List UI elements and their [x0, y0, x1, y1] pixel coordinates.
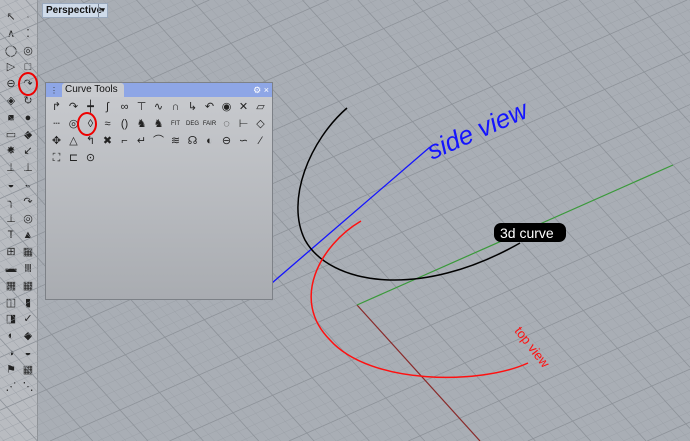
curve-tool-icon[interactable]: ⊢: [235, 116, 252, 133]
curve-tool-icon[interactable]: △: [65, 133, 82, 150]
grid-line: [645, 0, 690, 50]
curve-tool-icon[interactable]: (): [116, 116, 133, 133]
side-view-line: [271, 146, 431, 284]
grid-line: [678, 0, 690, 13]
curve-tool-icon[interactable]: ⊙: [82, 150, 99, 167]
grid-line: [269, 0, 669, 441]
grid-line: [599, 400, 690, 441]
grid-line: [534, 0, 690, 172]
grid-line: [0, 338, 94, 441]
grid-line: [556, 0, 690, 148]
grid-line: [384, 305, 690, 441]
curve-tool-icon[interactable]: ↱: [48, 99, 65, 116]
grid-line: [346, 0, 690, 380]
curve-tool-icon[interactable]: ◐: [201, 133, 218, 150]
grid-line: [0, 375, 60, 441]
grid-line: [512, 0, 690, 197]
grid-line: [302, 0, 690, 429]
grid-line: [235, 0, 636, 441]
curve-tool-icon[interactable]: ▱: [252, 99, 269, 116]
curve-tool-icon[interactable]: ≋: [167, 133, 184, 150]
grid-line: [360, 294, 690, 441]
grid-line: [0, 326, 104, 441]
grid-line: [501, 0, 690, 209]
curve-tool-icon[interactable]: ⛶: [48, 150, 65, 167]
curve-tool-icon[interactable]: ◇: [252, 116, 269, 133]
curve-tool-icon[interactable]: ↵: [133, 133, 150, 150]
grid-line: [612, 0, 690, 87]
panel-title: Curve Tools: [62, 83, 124, 97]
curve-tool-icon[interactable]: ⁄: [252, 133, 269, 150]
curve-tool-icon[interactable]: ♞: [150, 116, 167, 133]
red-circle-annotation: [18, 72, 38, 96]
dropdown-icon[interactable]: ▾: [98, 4, 107, 17]
side-view-label: side view: [422, 94, 534, 166]
curve-tool-icon[interactable]: ↳: [184, 99, 201, 116]
curve-tool-icon[interactable]: ↶: [201, 99, 218, 116]
top-view-label: top view: [512, 324, 554, 371]
curve-tool-icon[interactable]: ┄: [48, 116, 65, 133]
grid-line: [324, 0, 690, 405]
curve-tool-icon[interactable]: ∩: [167, 99, 184, 116]
curve-tool-icon[interactable]: ∽: [235, 133, 252, 150]
grid-line: [288, 262, 690, 441]
grid-line: [379, 0, 690, 344]
red-circle-annotation: [77, 112, 97, 136]
panel-titlebar[interactable]: ⋮ Curve Tools ⚙ ×: [46, 83, 272, 97]
grid-line: [523, 0, 690, 185]
grid-line: [623, 0, 690, 74]
grid-line: [634, 0, 690, 62]
grid-line: [567, 0, 690, 136]
curve-tool-icon[interactable]: ⌐: [116, 133, 133, 150]
grid-line: [503, 358, 690, 441]
curve-tool-icon[interactable]: ∿: [150, 99, 167, 116]
curve-tool-icon[interactable]: ↷: [65, 99, 82, 116]
curve-tool-icon[interactable]: ≈: [99, 116, 116, 133]
curve-tool-icon[interactable]: FAIR: [201, 116, 218, 133]
curve-tool-icon[interactable]: DEG: [184, 116, 201, 133]
curve-tool-icon[interactable]: ⊏: [65, 150, 82, 167]
grid-line: [0, 289, 138, 441]
grid-line: [390, 0, 690, 331]
grid-line: [313, 0, 690, 417]
curve-tool-icon[interactable]: ⊖: [218, 133, 235, 150]
grid-line: [545, 0, 690, 160]
gear-icon[interactable]: ⚙: [253, 85, 261, 95]
grid-line: [0, 387, 49, 441]
grid-line: [0, 362, 71, 441]
grid-line: [670, 432, 690, 441]
curve-tool-icon[interactable]: ✥: [48, 133, 65, 150]
curve-tool-icon[interactable]: ♞: [133, 116, 150, 133]
grid-line: [601, 0, 690, 99]
curve-tool-icon[interactable]: ◌: [218, 116, 235, 133]
grid-line: [0, 350, 82, 441]
tab-perspective[interactable]: Perspective ▾: [42, 3, 108, 18]
viewport-title: Perspective: [46, 5, 103, 16]
x-axis: [356, 304, 481, 441]
grid-line: [336, 284, 690, 441]
grid-line: [0, 411, 27, 441]
curve-tool-icon[interactable]: FIT: [167, 116, 184, 133]
grid-line: [575, 390, 690, 441]
grip-icon[interactable]: ⋮: [46, 86, 62, 95]
grid-line: [217, 231, 690, 441]
grid-line: [527, 368, 690, 441]
curve-tool-icon[interactable]: ✖: [99, 133, 116, 150]
grid-line: [368, 0, 690, 356]
grid-line: [0, 436, 5, 441]
curve-tool-icon[interactable]: ∫: [99, 99, 116, 116]
close-icon[interactable]: ×: [264, 85, 269, 95]
curve-label: 3d curve: [500, 225, 554, 241]
curve-tool-icon[interactable]: ◉: [218, 99, 235, 116]
curve-tool-icon[interactable]: ⊤: [133, 99, 150, 116]
grid-line: [589, 0, 690, 111]
curve-tool-icon[interactable]: ☊: [184, 133, 201, 150]
curve-tool-icon[interactable]: ✕: [235, 99, 252, 116]
grid-line: [0, 399, 38, 441]
grid-line: [656, 0, 690, 38]
curve-tool-icon[interactable]: ⌒: [150, 133, 167, 150]
curve-tool-icon[interactable]: ∞: [116, 99, 133, 116]
